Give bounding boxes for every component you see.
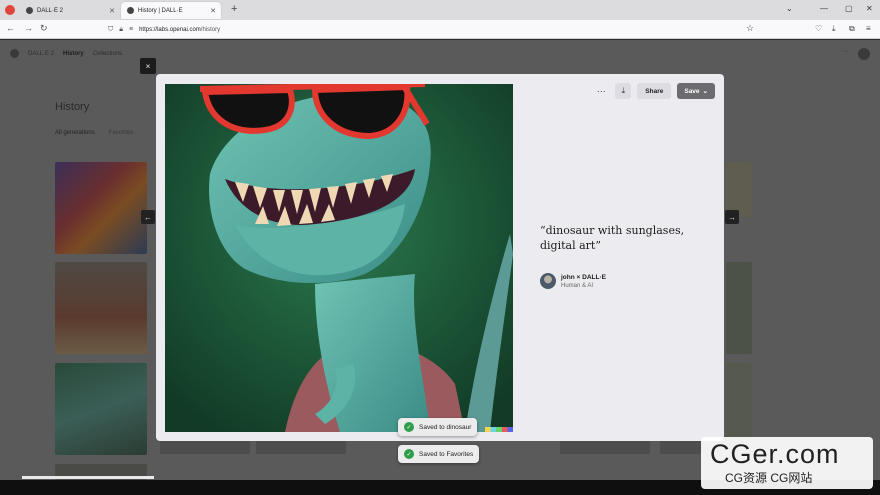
dalle-signature-icon — [485, 427, 513, 432]
downloads-icon[interactable]: ⤓ — [832, 24, 836, 34]
openai-icon — [127, 7, 134, 14]
chevron-down-icon: ⌄ — [702, 88, 708, 95]
author-name: john × DALL·E — [561, 273, 606, 281]
nav-dalle2[interactable]: DALL·E 2 — [28, 51, 54, 57]
image-detail-modal: ··· ⤓ Share Save ⌄ “dinosaur with sungla… — [156, 74, 724, 441]
extensions-icon[interactable]: ⧉ — [849, 24, 855, 34]
prompt-text: “dinosaur with sunglases, digital art” — [540, 224, 685, 252]
history-thumbnail[interactable] — [55, 262, 147, 354]
share-button[interactable]: Share — [637, 83, 672, 99]
bookmark-star-icon[interactable]: ☆ — [746, 23, 754, 34]
author-subtitle: Human & AI — [561, 282, 594, 289]
watermark-subtitle: CG资源 CG网站 — [725, 471, 813, 485]
reload-icon[interactable]: ↻ — [40, 23, 48, 34]
url-text: https://labs.openai.com/history — [139, 26, 221, 33]
browser-tabbar: DALL·E 2 ✕ History | DALL·E ✕ + ⌄ — ▢ ✕ — [0, 0, 880, 20]
tab-label: DALL·E 2 — [37, 7, 64, 14]
history-thumbnail[interactable] — [726, 162, 752, 217]
site-nav: DALL·E 2 History Collections — [10, 49, 122, 58]
toast-message: Saved to Favorites — [419, 450, 474, 458]
previous-image-button[interactable]: ← — [141, 210, 155, 224]
download-button[interactable]: ⤓ — [615, 83, 632, 99]
close-window-icon[interactable]: ✕ — [866, 4, 873, 13]
nav-history[interactable]: History — [63, 51, 84, 57]
history-subtabs: All generations Favorites — [55, 130, 133, 136]
browser-navbar: ← → ↻ ⛉ 🔒︎ ≡ https://labs.openai.com/his… — [0, 20, 880, 39]
url-bar[interactable]: ⛉ 🔒︎ ≡ https://labs.openai.com/history — [104, 22, 764, 37]
tab-history[interactable]: History | DALL·E ✕ — [121, 2, 221, 19]
toast-message: Saved to dinosaur — [419, 423, 472, 431]
toast-saved-collection: ✓ Saved to dinosaur — [398, 418, 478, 436]
maximize-icon[interactable]: ▢ — [845, 4, 853, 13]
chevron-down-icon[interactable]: ⌄ — [786, 4, 793, 13]
nav-collections[interactable]: Collections — [93, 51, 122, 57]
progress-bar — [22, 476, 154, 479]
browser-logo-icon[interactable] — [5, 5, 15, 15]
history-thumbnail[interactable] — [160, 440, 250, 454]
close-icon[interactable]: ✕ — [210, 7, 216, 15]
history-thumbnail[interactable] — [726, 262, 752, 354]
dinosaur-image — [165, 84, 513, 432]
lock-icon: 🔒︎ — [119, 25, 123, 33]
history-thumbnail[interactable] — [55, 162, 147, 254]
check-circle-icon: ✓ — [404, 422, 414, 432]
close-modal-button[interactable]: × — [140, 58, 156, 74]
close-icon[interactable]: ✕ — [109, 7, 115, 15]
avatar[interactable] — [858, 48, 870, 60]
history-thumbnail[interactable] — [256, 440, 346, 454]
tab-all-generations[interactable]: All generations — [55, 130, 95, 136]
tab-favorites[interactable]: Favorites — [109, 130, 134, 136]
menu-icon[interactable]: ≡ — [866, 24, 871, 33]
page-title: History — [55, 101, 90, 113]
history-thumbnail[interactable] — [55, 363, 147, 455]
author-info: john × DALL·E Human & AI — [540, 273, 606, 289]
forward-icon[interactable]: → — [24, 23, 33, 33]
save-button[interactable]: Save ⌄ — [677, 83, 715, 99]
tab-label: History | DALL·E — [138, 7, 183, 14]
openai-icon — [26, 7, 33, 14]
next-image-button[interactable]: → — [725, 210, 739, 224]
openai-logo-icon[interactable] — [10, 49, 19, 58]
more-icon[interactable]: ··· — [842, 48, 849, 55]
permissions-icon: ≡ — [128, 26, 134, 33]
more-options-icon[interactable]: ··· — [593, 83, 609, 99]
toast-saved-favorites: ✓ Saved to Favorites — [398, 445, 480, 463]
back-icon[interactable]: ← — [6, 23, 15, 33]
new-tab-button[interactable]: + — [231, 3, 237, 15]
shield-icon: ⛉ — [108, 25, 114, 33]
watermark-title: CGer.com — [710, 439, 840, 469]
history-thumbnail[interactable] — [560, 440, 650, 454]
check-circle-icon: ✓ — [404, 449, 414, 459]
generated-image[interactable] — [165, 84, 513, 432]
save-label: Save — [684, 87, 700, 95]
minimize-icon[interactable]: — — [820, 4, 828, 13]
watermark: CGer.com CG资源 CG网站 — [701, 437, 873, 489]
pocket-icon[interactable]: ♡ — [815, 24, 822, 33]
modal-toolbar: ··· ⤓ Share Save ⌄ — [593, 83, 715, 99]
avatar — [540, 273, 556, 289]
tab-dalle2[interactable]: DALL·E 2 ✕ — [20, 2, 120, 19]
